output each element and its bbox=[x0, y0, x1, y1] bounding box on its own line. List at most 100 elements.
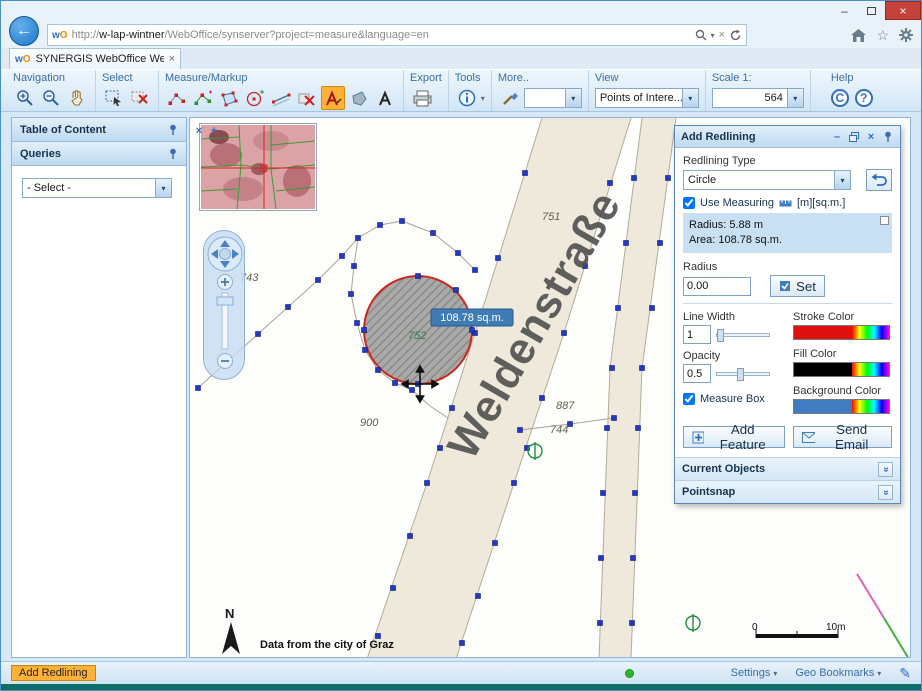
status-indicator-icon bbox=[625, 669, 634, 678]
query-select-value: - Select - bbox=[23, 182, 155, 194]
add-redlining-button[interactable] bbox=[321, 86, 345, 110]
measure-circle-button[interactable] bbox=[243, 86, 267, 110]
scale-combo-caret-icon[interactable]: ▾ bbox=[787, 89, 803, 107]
bottom-border-strip bbox=[1, 684, 921, 691]
measure-box-checkbox[interactable] bbox=[683, 393, 695, 405]
window-close-button[interactable]: × bbox=[885, 1, 921, 20]
tools-dropdown-icon[interactable]: ▾ bbox=[481, 94, 485, 103]
settings-gear-icon[interactable] bbox=[899, 28, 913, 42]
section-label: Help bbox=[831, 72, 873, 85]
redline-polygon-button[interactable] bbox=[347, 86, 371, 110]
identify-button[interactable] bbox=[455, 86, 479, 110]
geo-bookmarks-menu[interactable]: Geo Bookmarks▾ bbox=[795, 667, 881, 679]
sidebar-item-table-of-content[interactable]: Table of Content bbox=[12, 118, 186, 142]
browser-tab[interactable]: wO SYNERGIS WebOffice Web... × bbox=[9, 48, 181, 69]
add-feature-button[interactable]: Add Feature bbox=[683, 426, 785, 448]
panel-pin-icon[interactable] bbox=[882, 131, 894, 143]
overview-close-icon[interactable]: × bbox=[193, 125, 205, 137]
measure-area-button[interactable] bbox=[217, 86, 241, 110]
pin-icon[interactable] bbox=[168, 148, 178, 160]
pointsnap-section[interactable]: Pointsnap » bbox=[675, 480, 900, 503]
fill-color-swatch[interactable] bbox=[794, 363, 852, 376]
panel-restore-icon[interactable] bbox=[848, 131, 860, 143]
sidebar-item-queries[interactable]: Queries bbox=[12, 142, 186, 166]
redline-text-button[interactable] bbox=[373, 86, 397, 110]
tab-close-icon[interactable]: × bbox=[169, 53, 175, 65]
send-email-button[interactable]: Send Email bbox=[793, 426, 892, 448]
overview-center-icon[interactable]: + bbox=[208, 125, 220, 137]
view-combo[interactable]: Points of Intere... ▾ bbox=[595, 88, 699, 108]
measure-coordinates-button[interactable] bbox=[165, 86, 189, 110]
refresh-icon[interactable] bbox=[729, 29, 742, 42]
stop-button[interactable]: × bbox=[719, 29, 725, 41]
toolbar-section-scale: Scale 1: 564 ▾ bbox=[706, 70, 811, 111]
fill-color-picker[interactable] bbox=[793, 362, 890, 377]
contact-button[interactable]: C bbox=[831, 89, 849, 107]
measure-buffer-button[interactable] bbox=[269, 86, 293, 110]
opacity-slider[interactable] bbox=[716, 372, 770, 376]
fill-color-gradient[interactable] bbox=[852, 363, 889, 376]
background-color-swatch[interactable] bbox=[794, 400, 852, 413]
window-maximize-button[interactable] bbox=[858, 1, 885, 20]
status-bar: Add Redlining Settings▾ Geo Bookmarks▾ ✎ bbox=[1, 661, 921, 684]
radius-input[interactable] bbox=[683, 277, 751, 296]
home-icon[interactable] bbox=[851, 29, 866, 42]
line-width-slider[interactable] bbox=[716, 333, 770, 337]
undo-button[interactable] bbox=[866, 169, 892, 191]
back-button[interactable]: ← bbox=[9, 16, 39, 46]
delete-measure-button[interactable] bbox=[295, 86, 319, 110]
opacity-input[interactable] bbox=[683, 364, 711, 383]
print-button[interactable] bbox=[410, 86, 434, 110]
current-objects-section[interactable]: Current Objects » bbox=[675, 457, 900, 480]
select-rectangle-button[interactable] bbox=[102, 86, 126, 110]
more-combo[interactable]: ▾ bbox=[524, 88, 582, 108]
line-width-input[interactable] bbox=[683, 325, 711, 344]
settings-menu[interactable]: Settings▾ bbox=[731, 667, 778, 679]
query-select-caret-icon[interactable]: ▾ bbox=[155, 179, 171, 197]
favorites-star-icon[interactable]: ☆ bbox=[876, 27, 889, 44]
scale-combo[interactable]: 564 ▾ bbox=[712, 88, 804, 108]
toolbar-section-more: More.. ▾ bbox=[492, 70, 589, 111]
toolbar-section-view: View Points of Intere... ▾ bbox=[589, 70, 706, 111]
paintbrush-icon bbox=[501, 89, 519, 107]
stroke-color-gradient[interactable] bbox=[852, 326, 889, 339]
svg-text:10m: 10m bbox=[826, 622, 845, 633]
contact-icon: C bbox=[835, 91, 844, 105]
stroke-color-swatch[interactable] bbox=[794, 326, 852, 339]
edit-pencil-icon[interactable]: ✎ bbox=[899, 665, 911, 682]
address-bar[interactable]: wO http://w-lap-wintner/WebOffice/synser… bbox=[47, 24, 747, 46]
background-color-gradient[interactable] bbox=[852, 400, 889, 413]
zoom-out-button[interactable] bbox=[39, 86, 63, 110]
redlining-type-select[interactable]: Circle ▾ bbox=[683, 170, 851, 190]
search-dropdown-icon[interactable]: ▾ bbox=[711, 31, 715, 40]
background-color-picker[interactable] bbox=[793, 399, 890, 414]
stroke-color-picker[interactable] bbox=[793, 325, 890, 340]
help-button[interactable]: ? bbox=[855, 89, 873, 107]
expand-section-icon[interactable]: » bbox=[878, 462, 893, 477]
expand-section-icon[interactable]: » bbox=[878, 485, 893, 500]
queries-content: - Select - ▾ bbox=[12, 166, 186, 657]
panel-minimize-icon[interactable]: – bbox=[831, 131, 843, 143]
redlining-type-caret-icon[interactable]: ▾ bbox=[834, 171, 850, 189]
zoom-in-button[interactable] bbox=[13, 86, 37, 110]
set-button[interactable]: Set bbox=[770, 275, 825, 297]
query-select[interactable]: - Select - ▾ bbox=[22, 178, 172, 198]
use-measuring-checkbox[interactable] bbox=[683, 197, 695, 209]
paintbrush-button[interactable] bbox=[498, 86, 522, 110]
section-label: Export bbox=[410, 72, 442, 85]
more-combo-caret-icon[interactable]: ▾ bbox=[565, 89, 581, 107]
toolbar-section-select: Select bbox=[96, 70, 159, 111]
measure-distance-button[interactable] bbox=[191, 86, 215, 110]
panel-close-icon[interactable]: × bbox=[865, 131, 877, 143]
pan-button[interactable] bbox=[65, 86, 89, 110]
window-minimize-button[interactable]: – bbox=[831, 1, 858, 20]
view-combo-caret-icon[interactable]: ▾ bbox=[682, 89, 698, 107]
map-navigation-control[interactable] bbox=[203, 230, 245, 380]
clear-selection-button[interactable] bbox=[128, 86, 152, 110]
panel-header[interactable]: Add Redlining – × bbox=[675, 126, 900, 148]
search-icon[interactable] bbox=[695, 29, 707, 41]
expand-icon[interactable] bbox=[880, 216, 889, 225]
sidebar: Table of Content Queries - Select - ▾ bbox=[11, 117, 187, 658]
active-mode-chip[interactable]: Add Redlining bbox=[11, 665, 96, 681]
pin-icon[interactable] bbox=[168, 124, 178, 136]
